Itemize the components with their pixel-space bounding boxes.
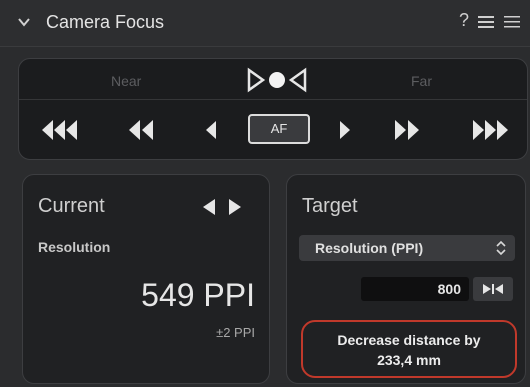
current-title: Current xyxy=(38,195,105,217)
ppi-tolerance: ±2 PPI xyxy=(216,325,255,340)
target-value-input[interactable]: 800 xyxy=(361,277,469,301)
fit-arrows-icon xyxy=(483,284,503,294)
fit-toggle-button[interactable] xyxy=(473,277,513,301)
step-back-small-button[interactable] xyxy=(203,117,219,143)
far-label: Far xyxy=(411,73,432,89)
tool-header: Camera Focus ? xyxy=(0,0,530,47)
step-forward-large-button[interactable] xyxy=(471,117,509,143)
target-card: Target Resolution (PPI) 800 Decrease dis… xyxy=(286,174,526,384)
list-menu-icon[interactable] xyxy=(478,16,494,29)
left-right-arrows-icon[interactable] xyxy=(201,199,245,215)
more-icon[interactable] xyxy=(504,15,520,29)
near-label: Near xyxy=(111,73,142,89)
resolution-label: Resolution xyxy=(38,239,111,255)
current-card: Current Resolution 549 PPI ±2 PPI xyxy=(22,174,270,384)
advice-text: Decrease distance by xyxy=(337,332,481,348)
tool-title: Camera Focus xyxy=(46,12,165,32)
panel-divider xyxy=(19,99,527,100)
target-metric-select[interactable]: Resolution (PPI) xyxy=(299,235,515,261)
focus-control-panel: Near Far AF xyxy=(18,58,528,160)
step-forward-small-button[interactable] xyxy=(337,117,353,143)
advice-distance-value: 233,4 mm xyxy=(377,352,441,368)
focus-position-icon xyxy=(247,67,307,93)
help-icon[interactable]: ? xyxy=(459,10,469,31)
step-back-large-button[interactable] xyxy=(41,117,79,143)
up-down-chevron-icon xyxy=(496,240,506,256)
select-value: Resolution (PPI) xyxy=(315,240,424,256)
current-ppi-value: 549 PPI xyxy=(141,277,255,313)
chevron-down-icon[interactable] xyxy=(18,17,30,27)
target-title: Target xyxy=(302,195,358,217)
step-forward-medium-button[interactable] xyxy=(393,117,421,143)
step-back-medium-button[interactable] xyxy=(127,117,155,143)
autofocus-button[interactable]: AF xyxy=(248,114,310,144)
distance-advice-box: Decrease distance by 233,4 mm xyxy=(301,320,517,378)
